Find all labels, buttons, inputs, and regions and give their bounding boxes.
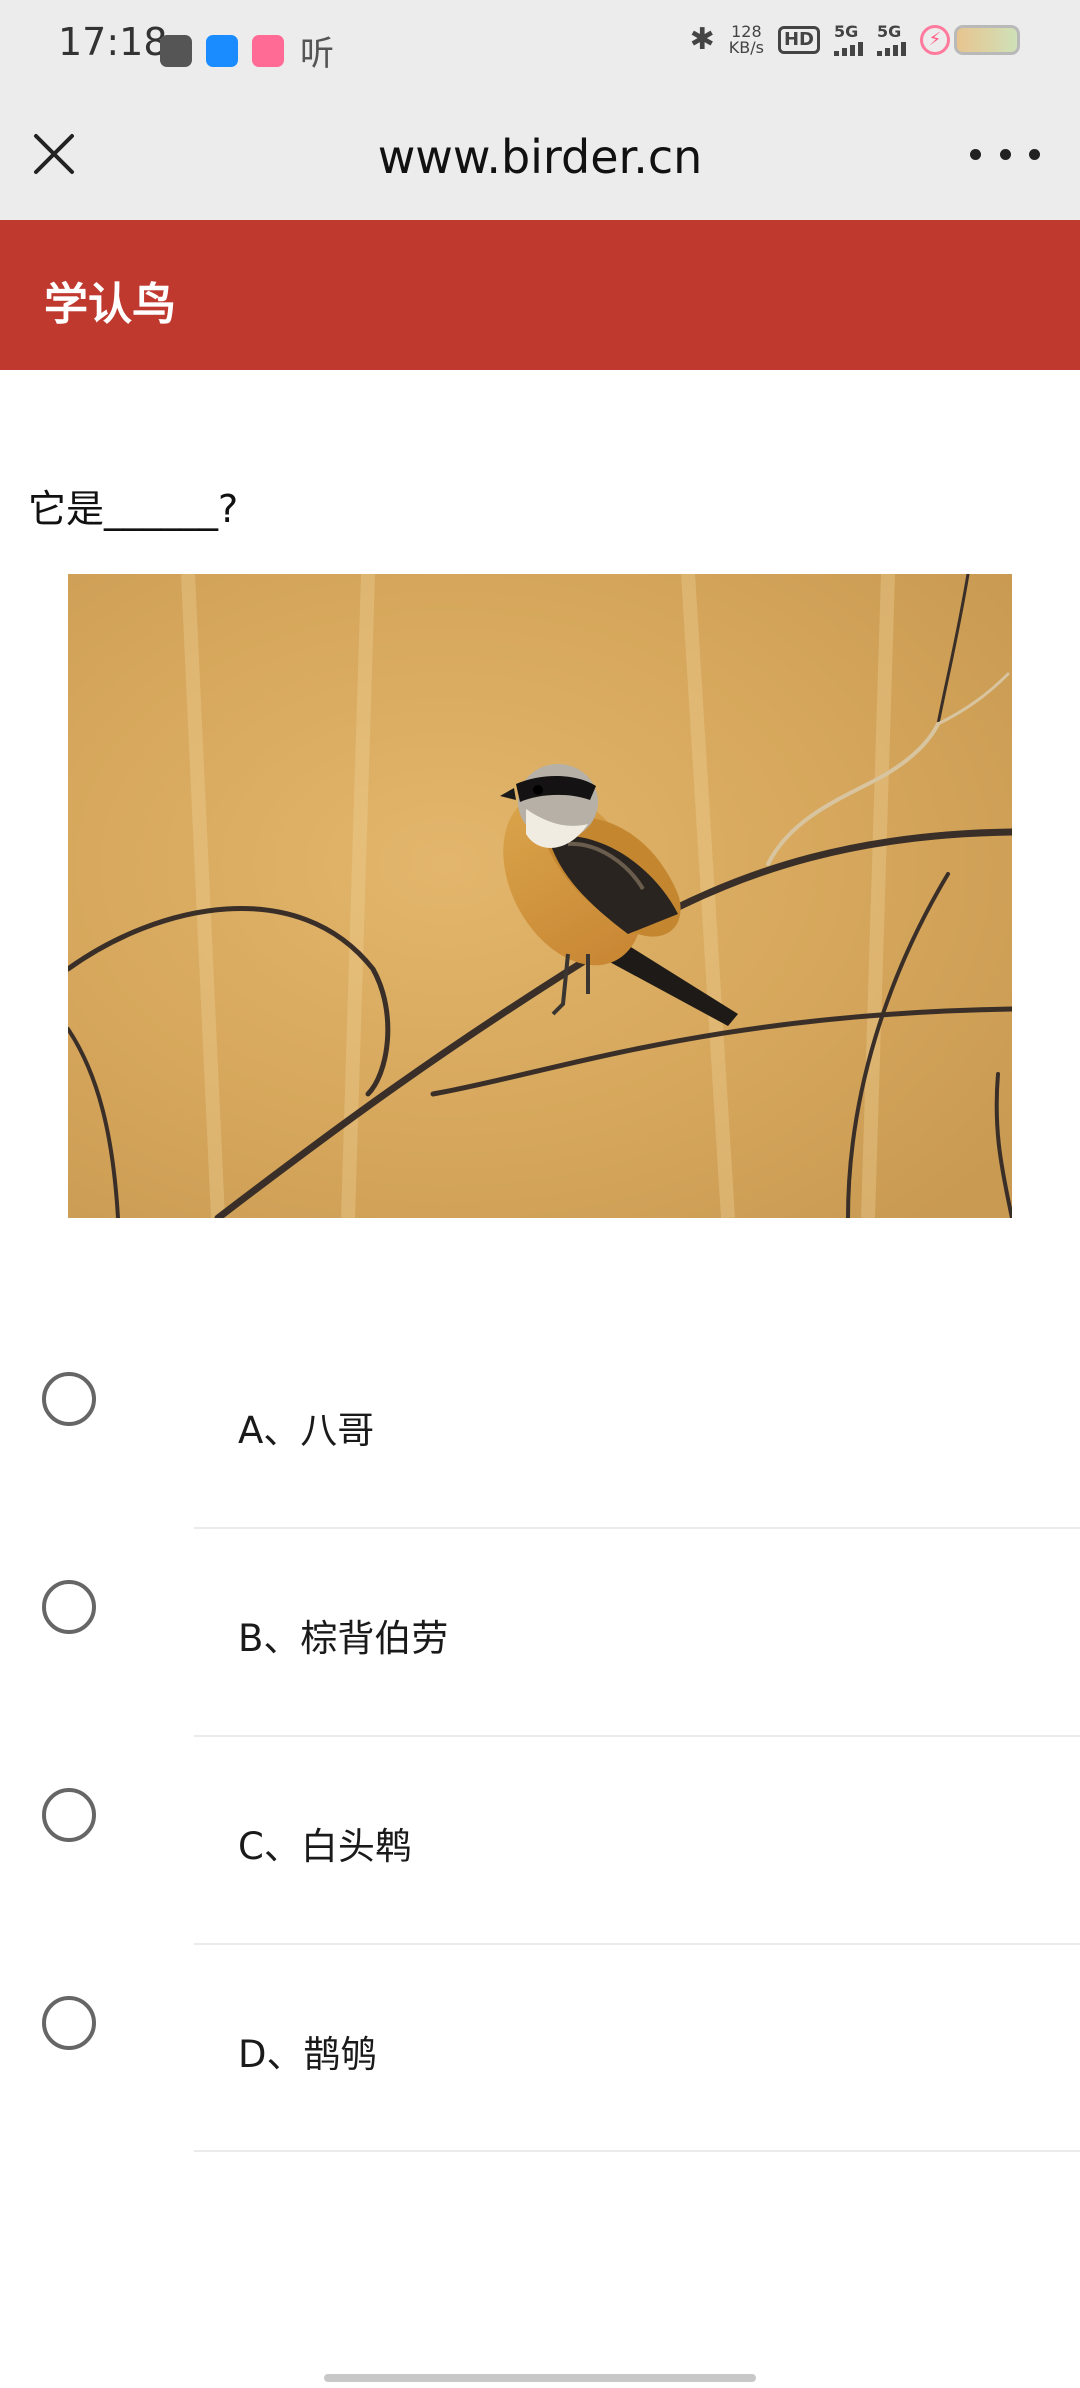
app-icon-gray xyxy=(160,34,192,67)
radio-button[interactable] xyxy=(42,1788,96,1842)
notification-icons: 听 xyxy=(160,26,334,75)
charging-icon: ⚡ xyxy=(920,24,950,55)
sim1-label: 5G xyxy=(834,21,859,41)
option-d[interactable]: D、鹊鸲 xyxy=(0,1944,1080,2152)
listen-label: 听 xyxy=(300,34,334,74)
option-a[interactable]: A、八哥 xyxy=(0,1320,1080,1529)
option-label: B、棕背伯劳 xyxy=(238,1617,449,1660)
option-label: A、八哥 xyxy=(238,1409,375,1452)
status-time: 17:18 xyxy=(58,20,168,64)
battery-indicator: ⚡ xyxy=(920,24,1020,55)
network-speed: 128 KB/s xyxy=(728,23,764,57)
status-indicators: ✱ 128 KB/s HD 5G 5G ⚡ xyxy=(690,22,1020,57)
radio-button[interactable] xyxy=(42,1996,96,2050)
signal-bars-icon xyxy=(834,40,863,56)
more-options-button[interactable] xyxy=(970,134,1040,174)
app-icon-pink xyxy=(252,34,284,67)
header-title: 学认鸟 xyxy=(44,279,176,330)
option-b[interactable]: B、棕背伯劳 xyxy=(0,1528,1080,1737)
hd-badge: HD xyxy=(777,25,820,54)
signal-bars-icon xyxy=(877,40,906,56)
net-speed-unit: KB/s xyxy=(728,37,764,57)
sim2-label: 5G xyxy=(877,21,902,41)
status-bar: 17:18 听 ✱ 128 KB/s HD 5G 5G ⚡ xyxy=(0,0,1080,92)
bird-photo xyxy=(68,574,1012,1218)
signal-sim1: 5G xyxy=(834,21,863,56)
more-dots-icon xyxy=(970,148,981,160)
option-label: C、白头鹎 xyxy=(238,1825,412,1868)
signal-sim2: 5G xyxy=(877,21,906,56)
radio-button[interactable] xyxy=(42,1580,96,1634)
app-icon-blue xyxy=(206,34,238,67)
option-label: D、鹊鸲 xyxy=(238,2033,378,2076)
question-text: 它是______? xyxy=(28,487,239,531)
browser-toolbar: www.birder.cn xyxy=(0,92,1080,220)
page-url: www.birder.cn xyxy=(377,130,703,184)
option-c[interactable]: C、白头鹎 xyxy=(0,1736,1080,1945)
divider xyxy=(194,2150,1080,2152)
app-header: 学认鸟 xyxy=(0,220,1080,370)
close-icon xyxy=(34,134,74,174)
close-button[interactable] xyxy=(28,128,80,180)
battery-icon xyxy=(954,24,1020,55)
bluetooth-icon: ✱ xyxy=(689,22,715,57)
radio-button[interactable] xyxy=(42,1372,96,1426)
home-indicator[interactable] xyxy=(324,2374,756,2382)
